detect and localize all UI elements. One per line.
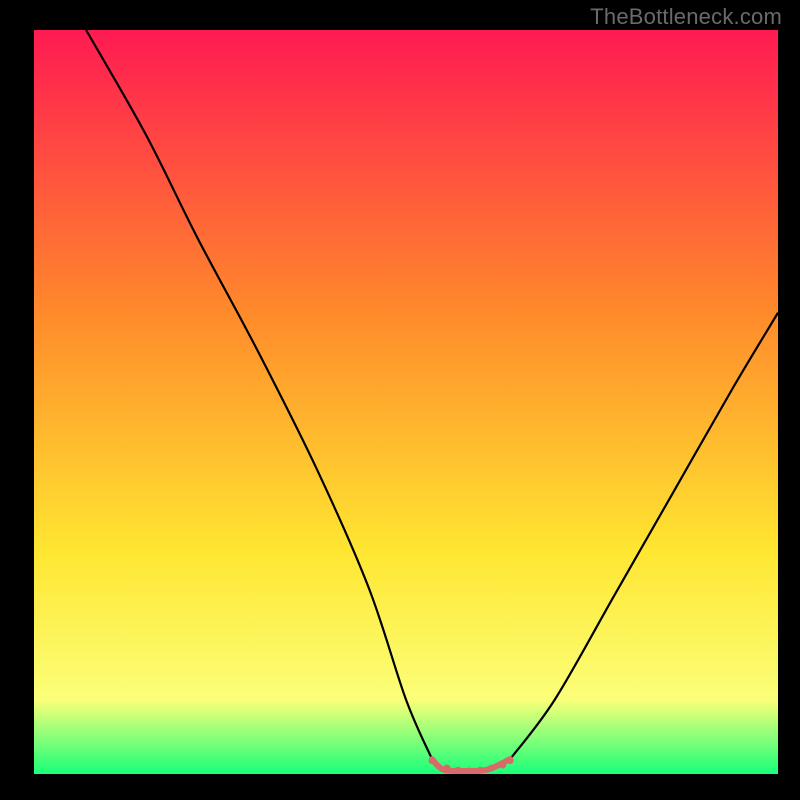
watermark-text: TheBottleneck.com bbox=[590, 4, 782, 30]
marker-dot bbox=[455, 767, 462, 774]
plot-area bbox=[34, 30, 778, 774]
gradient-background bbox=[34, 30, 778, 774]
marker-dot bbox=[507, 757, 514, 764]
marker-dot bbox=[477, 767, 484, 774]
chart-frame: TheBottleneck.com bbox=[0, 0, 800, 800]
marker-dot bbox=[429, 757, 436, 764]
marker-dot bbox=[488, 765, 495, 772]
marker-dot bbox=[499, 762, 506, 769]
marker-dot bbox=[443, 765, 450, 772]
chart-svg bbox=[34, 30, 778, 774]
